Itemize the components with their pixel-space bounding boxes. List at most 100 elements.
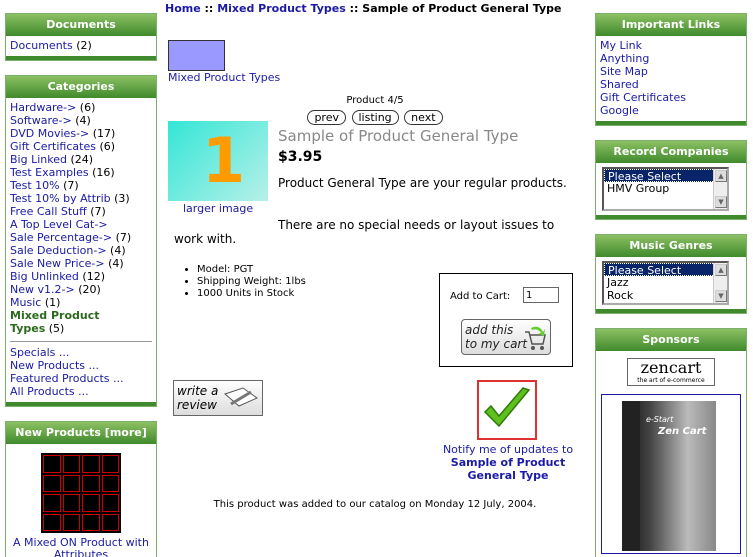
new-products-header[interactable]: New Products [more] xyxy=(6,422,156,444)
site-map-link[interactable]: Site Map xyxy=(600,65,742,78)
google-link[interactable]: Google xyxy=(600,104,742,117)
documents-header: Documents xyxy=(6,14,156,36)
cart-quantity-input[interactable] xyxy=(523,287,559,303)
notify-checkmark-image[interactable] xyxy=(477,380,537,440)
category-link[interactable]: New v1.2-> xyxy=(10,283,75,296)
category-link[interactable]: Sale New Price-> xyxy=(10,257,105,270)
category-link[interactable]: Sale Percentage-> xyxy=(10,231,112,244)
add-to-cart-label: Add to Cart: xyxy=(450,291,511,302)
music-genres-select[interactable]: Please Select Jazz Rock ▲ ▼ xyxy=(602,261,729,305)
logo-sub: the art of e-commerce xyxy=(637,377,705,384)
notify-updates[interactable]: Notify me of updates to Sample of Produc… xyxy=(420,443,596,482)
category-link[interactable]: Gift Certificates xyxy=(10,140,96,153)
select-option[interactable]: Rock xyxy=(604,289,727,302)
select-option[interactable]: HMV Group xyxy=(604,182,727,195)
important-links-box: Important Links My Link Anything Site Ma… xyxy=(595,13,747,126)
scrollbar[interactable]: ▲ ▼ xyxy=(713,263,727,303)
category-count: (4) xyxy=(108,257,124,270)
add-to-cart-line1: add this xyxy=(465,323,514,337)
breadcrumb: Home :: Mixed Product Types :: Sample of… xyxy=(165,2,585,15)
breadcrumb-home[interactable]: Home xyxy=(165,2,201,15)
product-image[interactable]: 1 xyxy=(168,121,268,201)
category-link[interactable]: Hardware-> xyxy=(10,101,76,114)
all-products-link[interactable]: All Products ... xyxy=(10,385,89,398)
new-product-name[interactable]: A Mixed ON Product with Attributes xyxy=(10,537,152,557)
category-link[interactable]: A Top Level Cat-> xyxy=(10,218,108,231)
prev-button[interactable]: prev xyxy=(307,110,346,125)
music-genres-box: Music Genres Please Select Jazz Rock ▲ ▼ xyxy=(595,234,747,314)
select-option[interactable]: Jazz xyxy=(604,276,727,289)
listing-button[interactable]: listing xyxy=(351,110,399,125)
date-added: This product was added to our catalog on… xyxy=(213,499,537,510)
category-count: (20) xyxy=(78,283,101,296)
larger-image-link[interactable]: larger image xyxy=(183,202,253,215)
pencil-paper-icon xyxy=(224,387,259,407)
documents-link[interactable]: Documents xyxy=(10,39,73,52)
category-link[interactable]: Test 10% xyxy=(10,179,60,192)
gift-certificates-link[interactable]: Gift Certificates xyxy=(600,91,742,104)
new-products-link[interactable]: New Products ... xyxy=(10,359,99,372)
shared-link[interactable]: Shared xyxy=(600,78,742,91)
sponsors-header: Sponsors xyxy=(596,329,746,351)
featured-products-link[interactable]: Featured Products ... xyxy=(10,372,124,385)
notify-text[interactable]: Notify me of updates to xyxy=(443,443,573,456)
new-product-image[interactable] xyxy=(41,453,121,533)
current-category-link-2[interactable]: Types xyxy=(10,322,45,335)
product-attributes: Model: PGT Shipping Weight: 1lbs 1000 Un… xyxy=(197,264,306,300)
category-link[interactable]: DVD Movies-> xyxy=(10,127,89,140)
category-count: (3) xyxy=(114,192,130,205)
categories-header: Categories xyxy=(6,76,156,98)
category-link[interactable]: Music xyxy=(10,296,41,309)
category-count: (7) xyxy=(63,179,79,192)
product-title: Sample of Product General Type xyxy=(278,127,519,145)
anything-link[interactable]: Anything xyxy=(600,52,742,65)
right-column: Important Links My Link Anything Site Ma… xyxy=(595,13,747,557)
category-name-link[interactable]: Mixed Product Types xyxy=(168,71,585,84)
product-number: Product 4/5 xyxy=(346,95,404,106)
documents-box: Documents Documents (2) xyxy=(5,13,157,61)
breadcrumb-current: Sample of Product General Type xyxy=(362,2,562,15)
category-link[interactable]: Test Examples xyxy=(10,166,89,179)
logo-text: zencart xyxy=(640,358,702,377)
category-count: (17) xyxy=(92,127,116,140)
select-option[interactable]: Please Select xyxy=(604,263,727,277)
category-link[interactable]: Free Call Stuff xyxy=(10,205,87,218)
left-column: Documents Documents (2) Categories Hardw… xyxy=(5,13,157,557)
category-count: (7) xyxy=(90,205,106,218)
select-option[interactable]: Please Select xyxy=(604,169,727,183)
record-companies-header: Record Companies xyxy=(596,141,746,163)
category-count: (6) xyxy=(79,101,96,114)
documents-count: (2) xyxy=(76,39,92,52)
zencart-box-image[interactable]: e-Start Zen Cart xyxy=(601,394,741,554)
category-count: (16) xyxy=(92,166,115,179)
breadcrumb-category[interactable]: Mixed Product Types xyxy=(217,2,346,15)
zencart-logo[interactable]: zencart the art of e-commerce xyxy=(627,358,715,386)
sponsors-box: Sponsors zencart the art of e-commerce e… xyxy=(595,328,747,557)
category-link[interactable]: Test 10% by Attrib xyxy=(10,192,111,205)
category-link[interactable]: Big Linked xyxy=(10,153,67,166)
category-link[interactable]: Sale Deduction-> xyxy=(10,244,107,257)
add-to-cart-button[interactable]: add this to my cart xyxy=(461,319,551,355)
review-line1: write a xyxy=(177,384,219,398)
attr-model: Model: PGT xyxy=(197,264,306,276)
next-button[interactable]: next xyxy=(404,110,443,125)
category-count: (4) xyxy=(110,244,126,257)
my-link[interactable]: My Link xyxy=(600,39,742,52)
scrollbar[interactable]: ▲ ▼ xyxy=(713,169,727,209)
attr-weight: Shipping Weight: 1lbs xyxy=(197,276,306,288)
specials-link[interactable]: Specials ... xyxy=(10,346,69,359)
important-links-header: Important Links xyxy=(596,14,746,36)
current-category-link[interactable]: Mixed Product xyxy=(10,309,100,322)
add-to-cart-box: Add to Cart: add thisto my cart xyxy=(439,273,573,367)
notify-product-line2[interactable]: General Type xyxy=(420,469,596,482)
review-line2: review xyxy=(177,398,217,412)
main-content: Home :: Mixed Product Types :: Sample of… xyxy=(165,2,585,510)
music-genres-header: Music Genres xyxy=(596,235,746,257)
category-link[interactable]: Big Unlinked xyxy=(10,270,79,283)
new-products-box: New Products [more] A Mixed ON Product w… xyxy=(5,421,157,557)
record-companies-select[interactable]: Please Select HMV Group ▲ ▼ xyxy=(602,167,729,211)
notify-product-line1[interactable]: Sample of Product xyxy=(420,456,596,469)
category-link[interactable]: Software-> xyxy=(10,114,72,127)
category-image[interactable] xyxy=(168,40,225,71)
write-review-button[interactable]: write a review xyxy=(173,380,263,416)
